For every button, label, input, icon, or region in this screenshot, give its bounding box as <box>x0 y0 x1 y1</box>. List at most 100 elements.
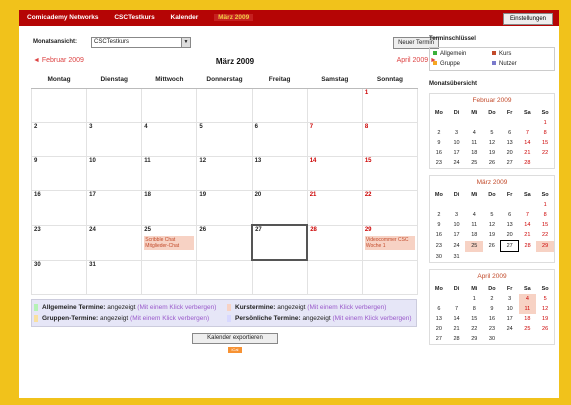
day-number[interactable]: 21 <box>310 192 360 198</box>
calendar-day-cell[interactable]: 17 <box>86 190 143 226</box>
calendar-day-cell[interactable]: 12 <box>196 156 253 191</box>
mini-day-cell[interactable]: 22 <box>465 324 483 334</box>
mini-day-cell[interactable]: 13 <box>501 138 519 148</box>
mini-day-cell[interactable]: 7 <box>519 128 537 138</box>
key-user[interactable]: Nutzer <box>492 61 551 67</box>
calendar-day-cell[interactable]: 25 Scribble Chat Mitglieder-Chat <box>141 224 198 261</box>
mini-day-cell[interactable]: 18 <box>519 314 537 324</box>
mini-day-cell[interactable]: 17 <box>448 230 466 241</box>
hide-group-link[interactable]: (Mit einem Klick verbergen) <box>130 315 209 322</box>
mini-day-cell[interactable]: 16 <box>483 314 501 324</box>
calendar-day-cell[interactable]: 7 <box>306 122 363 157</box>
mini-day-cell[interactable]: 28 <box>448 334 466 344</box>
mini-day-cell[interactable]: 11 <box>465 138 483 148</box>
mini-day-cell[interactable]: 5 <box>483 128 501 138</box>
day-number[interactable]: 30 <box>34 262 84 268</box>
day-number[interactable]: 9 <box>34 158 84 164</box>
mini-day-cell[interactable]: 3 <box>448 128 466 138</box>
mini-day-cell[interactable]: 8 <box>465 304 483 314</box>
mini-day-cell[interactable]: 17 <box>448 148 466 158</box>
export-calendar-button[interactable]: Kalender exportieren <box>192 333 278 344</box>
day-number[interactable]: 15 <box>365 158 415 164</box>
mini-day-cell[interactable]: 5 <box>483 210 501 220</box>
breadcrumb-calendar[interactable]: Kalender <box>171 14 199 21</box>
mini-day-cell[interactable]: 25 <box>519 324 537 334</box>
mini-day-cell[interactable]: 11 <box>518 304 537 314</box>
mini-day-cell[interactable]: 6 <box>501 210 519 220</box>
hide-personal-link[interactable]: (Mit einem Klick verbergen) <box>332 315 411 322</box>
mini-day-cell[interactable]: 27 <box>501 158 519 168</box>
mini-day-cell[interactable]: 3 <box>448 210 466 220</box>
day-number[interactable]: 24 <box>89 227 139 233</box>
breadcrumb-home[interactable]: Comicademy Networks <box>27 14 99 21</box>
calendar-day-cell[interactable]: 29 Videocommer CSC Woche 1 <box>361 224 419 261</box>
day-number[interactable]: 20 <box>255 192 305 198</box>
calendar-day-cell[interactable]: 20 <box>251 190 308 226</box>
mini-month-title[interactable]: Februar 2009 <box>430 94 554 107</box>
day-number[interactable]: 2 <box>34 124 84 130</box>
mini-day-cell[interactable]: 8 <box>536 210 554 220</box>
mini-month-title[interactable]: April 2009 <box>430 270 554 283</box>
mini-day-cell[interactable]: 21 <box>519 230 537 241</box>
mini-day-cell[interactable]: 22 <box>536 230 554 241</box>
hide-course-link[interactable]: (Mit einem Klick verbergen) <box>307 304 386 311</box>
mini-day-cell[interactable]: 14 <box>448 314 466 324</box>
mini-day-cell[interactable]: 24 <box>448 241 466 252</box>
mini-day-cell[interactable]: 22 <box>536 148 554 158</box>
calendar-day-cell[interactable]: 13 <box>251 156 308 191</box>
mini-day-cell[interactable]: 29 <box>536 240 554 252</box>
mini-day-cell[interactable]: 26 <box>483 241 501 252</box>
calendar-day-cell[interactable]: 10 <box>86 156 143 191</box>
mini-day-cell[interactable]: 2 <box>483 294 501 304</box>
calendar-day-cell[interactable]: 23 <box>30 224 88 261</box>
mini-day-cell[interactable]: 15 <box>465 314 483 324</box>
mini-day-cell[interactable]: 19 <box>536 314 554 324</box>
calendar-event[interactable]: Scribble Chat Mitglieder-Chat <box>144 235 195 250</box>
mini-day-cell[interactable]: 18 <box>465 148 483 158</box>
mini-day-cell[interactable]: 1 <box>465 294 483 304</box>
mini-day-cell[interactable]: 15 <box>536 138 554 148</box>
calendar-day-cell[interactable]: 5 <box>196 122 253 157</box>
mini-day-cell[interactable]: 25 <box>465 240 484 252</box>
mini-day-cell[interactable]: 2 <box>430 210 448 220</box>
mini-day-cell[interactable]: 12 <box>483 138 501 148</box>
calendar-day-cell[interactable]: 24 <box>86 224 143 261</box>
day-number[interactable]: 31 <box>89 262 139 268</box>
mini-day-cell[interactable]: 20 <box>501 230 519 241</box>
mini-day-cell[interactable]: 12 <box>536 304 554 314</box>
day-number[interactable]: 1 <box>365 90 415 96</box>
mini-day-cell[interactable]: 1 <box>536 118 554 128</box>
day-number[interactable]: 23 <box>34 227 84 233</box>
day-number[interactable]: 11 <box>144 158 194 164</box>
key-group[interactable]: Gruppe <box>433 61 492 67</box>
mini-day-cell[interactable]: 8 <box>536 128 554 138</box>
day-number[interactable]: 6 <box>255 124 305 130</box>
day-number[interactable]: 25 <box>144 227 194 233</box>
calendar-day-cell[interactable]: 14 <box>306 156 363 191</box>
day-number[interactable]: 13 <box>255 158 305 164</box>
chevron-down-icon[interactable]: ▼ <box>181 38 190 47</box>
day-number[interactable]: 8 <box>365 124 415 130</box>
calendar-day-cell[interactable]: 27 <box>251 224 309 261</box>
mini-day-cell[interactable]: 28 <box>519 241 537 252</box>
mini-day-cell[interactable]: 31 <box>448 252 466 263</box>
day-number[interactable]: 29 <box>365 227 415 233</box>
mini-day-cell[interactable]: 12 <box>483 220 501 230</box>
calendar-day-cell[interactable]: 21 <box>306 190 363 226</box>
calendar-day-cell[interactable]: 11 <box>141 156 198 191</box>
day-number[interactable]: 16 <box>34 192 84 198</box>
mini-day-cell[interactable]: 16 <box>430 148 448 158</box>
mini-month-title[interactable]: März 2009 <box>430 176 554 189</box>
mini-day-cell[interactable]: 26 <box>536 324 554 334</box>
mini-day-cell[interactable]: 9 <box>483 304 501 314</box>
key-general[interactable]: Allgemein <box>433 51 492 57</box>
mini-day-cell[interactable]: 5 <box>536 294 554 304</box>
mini-day-cell[interactable]: 10 <box>501 304 519 314</box>
mini-day-cell[interactable]: 6 <box>430 304 448 314</box>
calendar-day-cell[interactable]: 9 <box>30 156 88 191</box>
mini-day-cell[interactable]: 4 <box>518 294 537 304</box>
mini-day-cell[interactable]: 10 <box>448 138 466 148</box>
mini-day-cell[interactable]: 6 <box>501 128 519 138</box>
mini-day-cell[interactable]: 10 <box>448 220 466 230</box>
mini-day-cell[interactable]: 26 <box>483 158 501 168</box>
